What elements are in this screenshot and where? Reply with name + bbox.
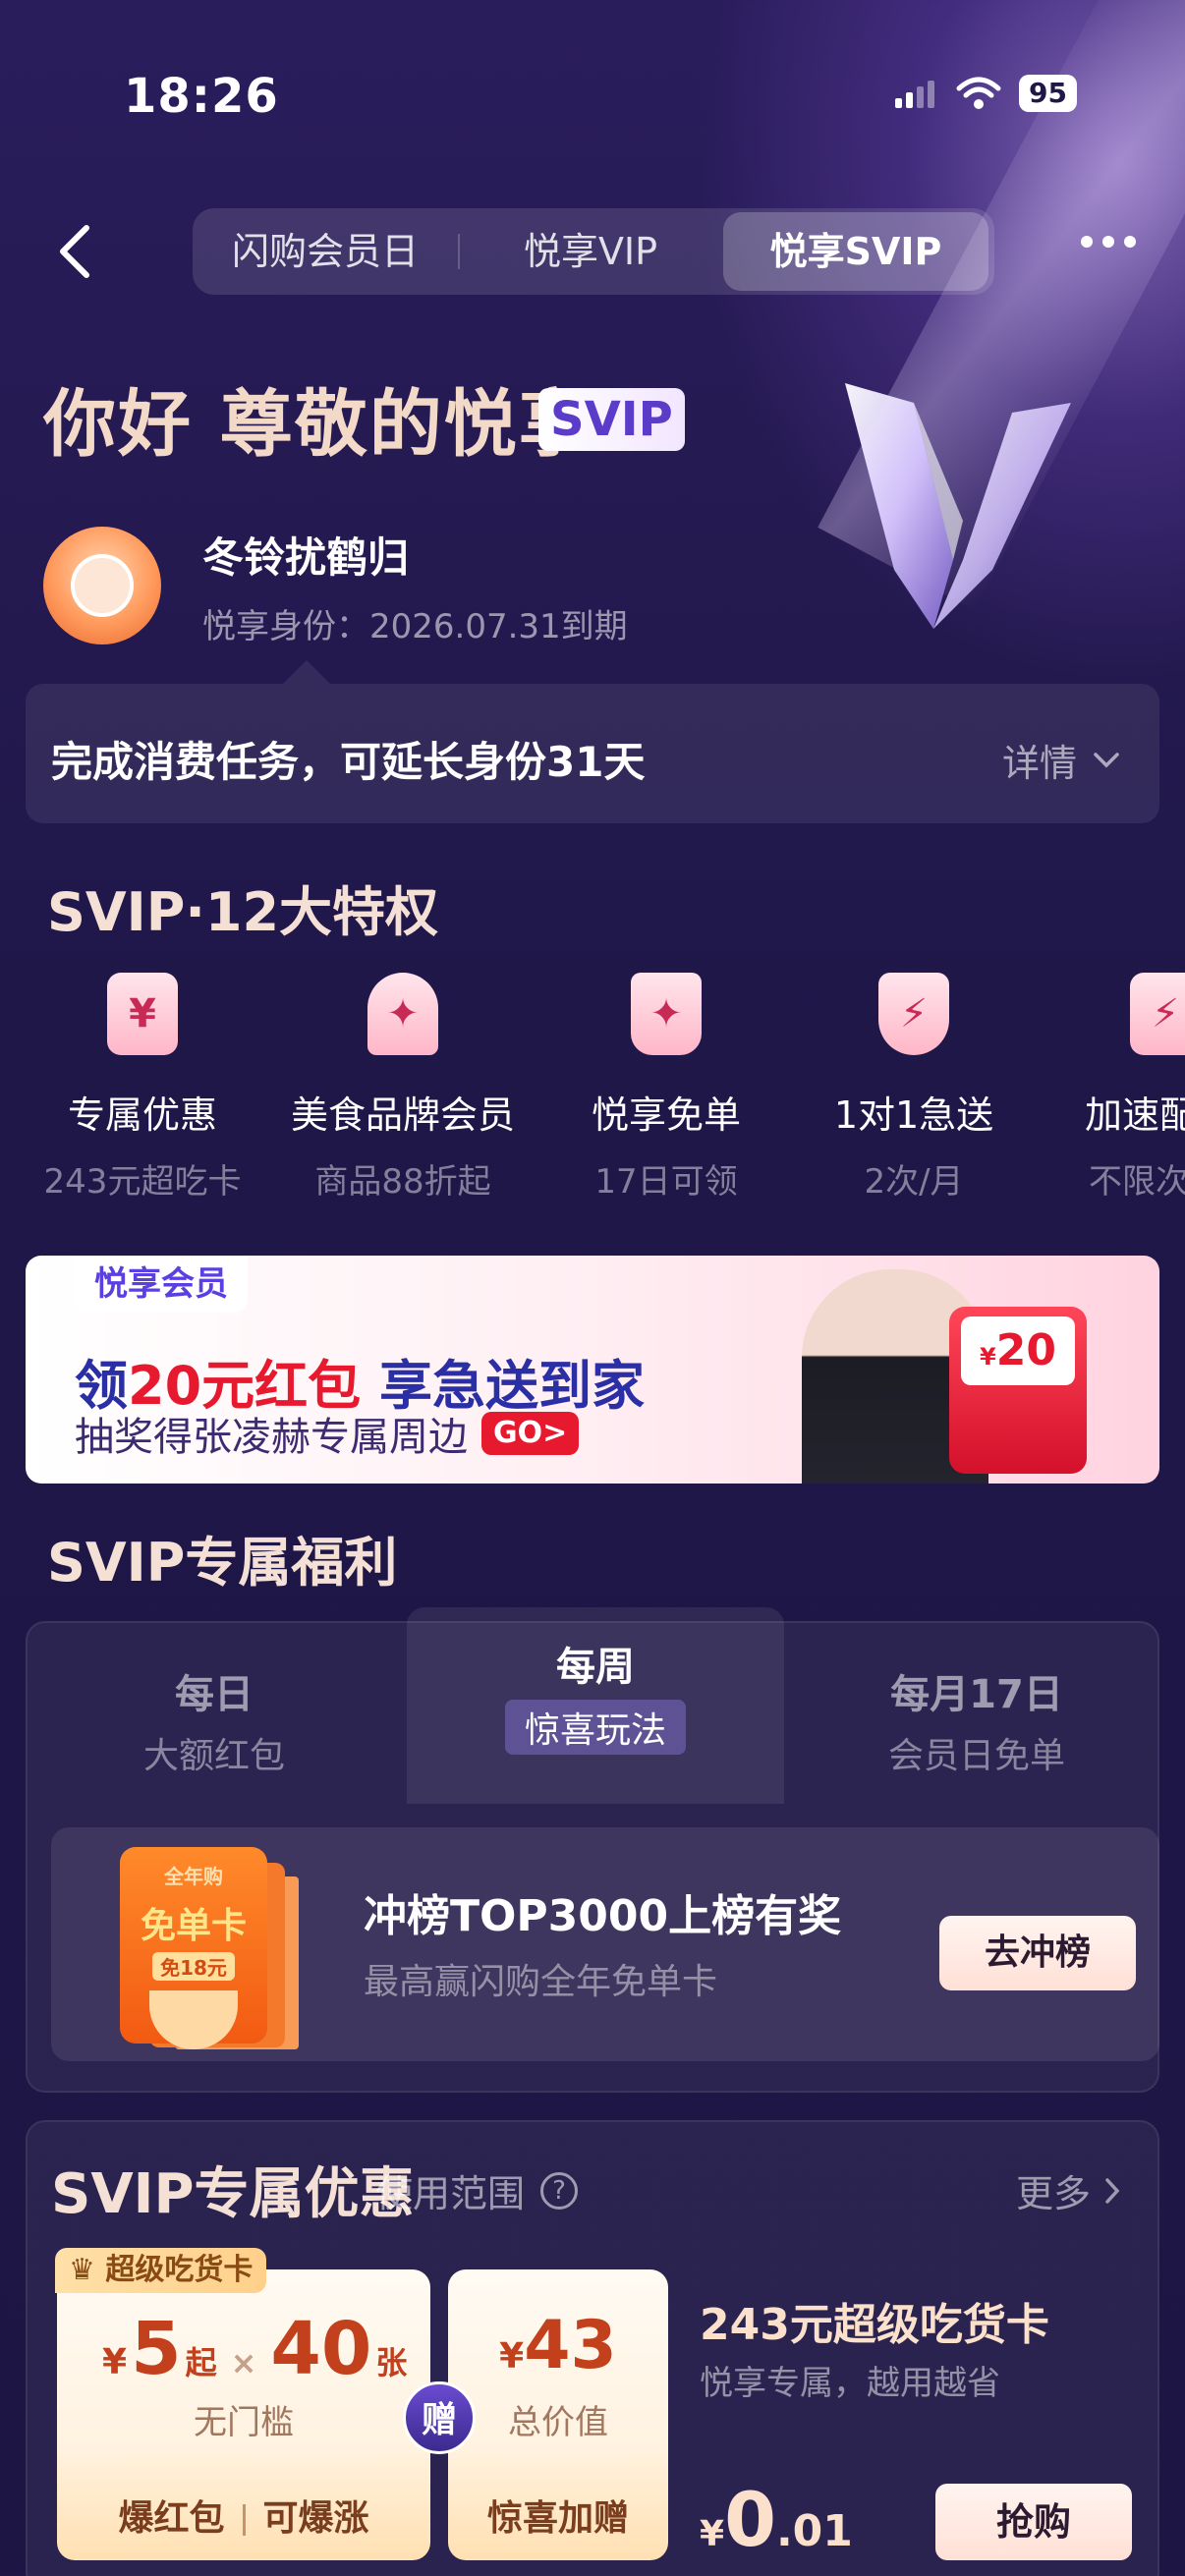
membership-tabs: 闪购会员日 悦享VIP 悦享SVIP [193, 208, 994, 295]
offers-title: SVIP专属优惠 [51, 2162, 415, 2226]
tab-vip[interactable]: 悦享VIP [458, 208, 723, 295]
promo-banner[interactable]: 悦享会员 领20元红包 享急送到家 抽奖得张凌赫专属周边 GO> ¥20 [26, 1256, 1159, 1484]
gift-badge: 赠 [403, 2381, 476, 2454]
lightning-card-icon: ⚡ [1130, 973, 1185, 1055]
buy-button[interactable]: 抢购 [935, 2484, 1132, 2560]
privilege-name: 美食品牌会员 [290, 1093, 515, 1137]
coupon-bonus-amount: ¥43 [499, 2307, 617, 2384]
coupon-note: 无门槛 [194, 2403, 294, 2442]
super-foodie-tag: ♛ 超级吃货卡 [55, 2248, 267, 2293]
lightning-shield-icon: ⚡ [878, 973, 949, 1055]
welfare-title: SVIP专属福利 [47, 1532, 398, 1594]
coupon-bonus[interactable]: ¥43 总价值 惊喜加赠 [448, 2269, 668, 2560]
privilege-item[interactable]: ⚡ 1对1急送 2次/月 [806, 973, 1022, 1203]
privilege-name: 悦享免单 [591, 1093, 741, 1137]
product-price: ¥0.01 [700, 2476, 853, 2563]
user-avatar[interactable] [43, 527, 161, 644]
coupon-bonus-footer: 惊喜加赠 [486, 2498, 629, 2539]
banner-subline: 抽奖得张凌赫专属周边 GO> [75, 1405, 580, 1462]
more-link[interactable]: 更多 [1016, 2163, 1120, 2217]
privilege-item[interactable]: ✦ 悦享免单 17日可领 [558, 973, 774, 1203]
membership-expiry: 悦享身份：2026.07.31到期 [202, 607, 628, 646]
back-arrow-icon[interactable] [55, 222, 94, 281]
welfare-tab-daily[interactable]: 每日 大额红包 [47, 1662, 381, 1778]
welfare-tab-monthly[interactable]: 每月17日 会员日免单 [810, 1662, 1144, 1778]
more-options-icon[interactable] [1081, 236, 1136, 248]
detail-label: 详情 [1001, 742, 1077, 785]
coupon-bonus-note: 总价值 [508, 2403, 608, 2442]
extend-membership-text: 完成消费任务，可延长身份31天 [51, 738, 646, 786]
tab-flash-member-day[interactable]: 闪购会员日 [193, 208, 458, 295]
chevron-right-icon [1105, 2177, 1120, 2204]
food-cloche-icon: ✦ [367, 973, 438, 1055]
privilege-sub: 不限次 [1089, 1162, 1185, 1202]
status-icons: 95 [895, 75, 1077, 112]
privilege-sub: 商品88折起 [314, 1162, 491, 1202]
privilege-sub: 2次/月 [864, 1162, 964, 1202]
tab-svip[interactable]: 悦享SVIP [723, 212, 988, 291]
crown-icon: ♛ [69, 2253, 95, 2287]
privilege-name: 1对1急送 [833, 1093, 994, 1137]
yen-ticket-icon: ¥ [107, 973, 178, 1055]
privileges-row: ¥ 专属优惠 243元超吃卡 ✦ 美食品牌会员 商品88折起 ✦ 悦享免单 17… [0, 973, 1185, 1208]
privilege-item[interactable]: ¥ 专属优惠 243元超吃卡 [29, 973, 255, 1203]
privilege-item[interactable]: ⚡ 加速配 不限次 [1077, 973, 1185, 1203]
ranking-title: 冲榜TOP3000上榜有奖 [364, 1891, 842, 1941]
red-envelope-icon: ¥20 [949, 1307, 1087, 1474]
ranking-card[interactable]: 全年购 免单卡 免18元 冲榜TOP3000上榜有奖 最高赢闪购全年免单卡 去冲… [51, 1827, 1159, 2061]
coupon-amount: ¥ 5 起 × 40 张 [102, 2307, 408, 2391]
chevron-down-icon [1094, 752, 1119, 767]
detail-button[interactable]: 详情 [1002, 733, 1120, 787]
go-rank-button[interactable]: 去冲榜 [939, 1916, 1136, 1990]
privilege-item[interactable]: ✦ 美食品牌会员 商品88折起 [275, 973, 531, 1203]
coupon-no-threshold[interactable]: ♛ 超级吃货卡 ¥ 5 起 × 40 张 无门槛 爆红包 可爆涨 [55, 2248, 430, 2560]
help-icon: ? [540, 2171, 579, 2210]
signal-icon [895, 81, 935, 108]
privilege-sub: 17日可领 [594, 1162, 738, 1202]
usage-scope-link[interactable]: 使用范围 ? [375, 2163, 579, 2217]
drink-cup-icon: ✦ [631, 973, 702, 1055]
privilege-name: 专属优惠 [67, 1093, 217, 1137]
username: 冬铃扰鹤归 [202, 533, 410, 582]
yuexiang-member-logo: 悦享会员 [75, 1256, 248, 1313]
svip-badge: SVIP [538, 388, 685, 451]
banner-go-button[interactable]: GO> [481, 1412, 580, 1455]
wifi-icon [956, 77, 1001, 109]
battery-indicator: 95 [1019, 75, 1077, 112]
privilege-sub: 243元超吃卡 [43, 1162, 242, 1202]
coupon-footer: 爆红包 可爆涨 [118, 2498, 369, 2539]
privilege-name: 加速配 [1085, 1093, 1185, 1137]
welfare-tab-weekly[interactable]: 每周 惊喜玩法 [407, 1607, 784, 1804]
product-desc: 悦享专属，越用越省 [700, 2364, 1000, 2403]
crystal-v-logo-icon [845, 383, 1071, 629]
free-order-card-icon: 全年购 免单卡 免18元 [120, 1847, 267, 2049]
greeting-title: 你好 尊敬的悦享 [43, 382, 593, 467]
status-time: 18:26 [124, 69, 279, 124]
product-name: 243元超级吃货卡 [700, 2300, 1049, 2350]
ranking-sub: 最高赢闪购全年免单卡 [364, 1962, 718, 2002]
privileges-title: SVIP·12大特权 [47, 881, 439, 943]
